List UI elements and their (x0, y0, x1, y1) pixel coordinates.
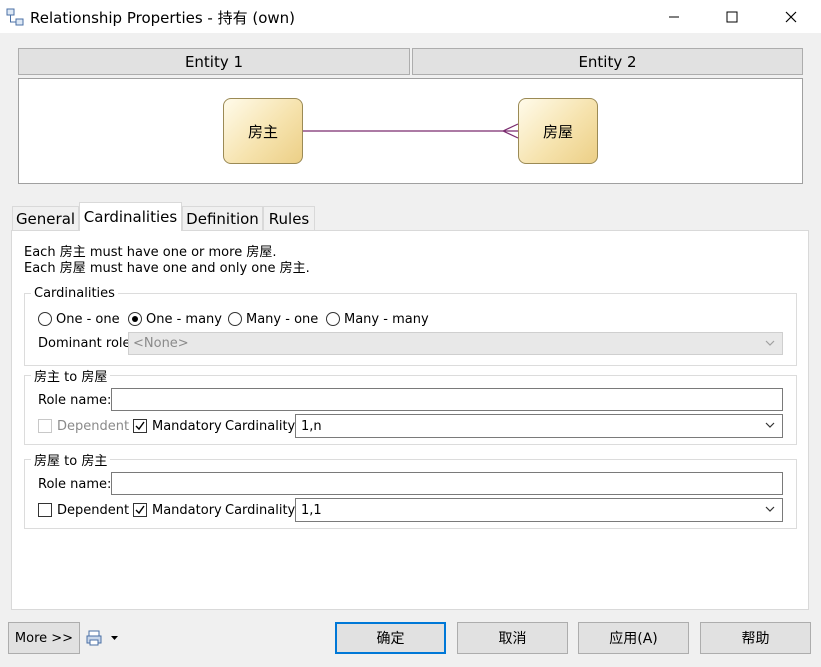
more-button[interactable]: More >> (8, 622, 80, 654)
checkbox-box (38, 503, 52, 517)
radio-label: Many - many (344, 311, 429, 327)
radio-dot (326, 312, 340, 326)
chevron-down-icon (765, 422, 775, 428)
radio-dot (38, 312, 52, 326)
checkmark-icon (135, 505, 145, 515)
tab-general[interactable]: General (12, 206, 79, 230)
radio-label: One - many (146, 311, 222, 327)
window-title: Relationship Properties - 持有 (own) (30, 9, 296, 27)
entity1-button[interactable]: Entity 1 (18, 48, 410, 75)
minimize-icon (669, 16, 679, 17)
role-name-label: Role name: (38, 393, 112, 408)
checkmark-icon (135, 421, 145, 431)
print-menu-button[interactable] (86, 628, 122, 648)
entity-box-house[interactable]: 房屋 (518, 98, 598, 164)
cardinality-label: Cardinality: (225, 419, 299, 434)
radio-one-many[interactable]: One - many (128, 311, 222, 327)
apply-button[interactable]: 应用(A) (578, 622, 689, 654)
radio-many-many[interactable]: Many - many (326, 311, 429, 327)
close-button[interactable] (762, 0, 820, 33)
mandatory-checkbox-house-to-owner[interactable]: Mandatory (133, 502, 222, 518)
radio-one-one[interactable]: One - one (38, 311, 120, 327)
house-to-owner-legend: 房屋 to 房主 (34, 454, 108, 469)
owner-to-house-legend: 房主 to 房屋 (34, 370, 108, 385)
dependent-label: Dependent (57, 502, 130, 518)
relationship-line (303, 123, 519, 139)
minimize-button[interactable] (645, 0, 703, 33)
mandatory-checkbox-owner-to-house[interactable]: Mandatory (133, 418, 222, 434)
mandatory-label: Mandatory (152, 502, 222, 518)
dependent-label: Dependent (57, 418, 130, 434)
checkbox-box (38, 419, 52, 433)
cardinalities-group-legend: Cardinalities (34, 286, 115, 301)
cardinality-value: 1,1 (301, 502, 322, 518)
cardinality-description-line-2: Each 房屋 must have one and only one 房主. (24, 261, 310, 276)
entity2-button[interactable]: Entity 2 (412, 48, 803, 75)
dominant-role-label: Dominant role: (38, 336, 135, 351)
radio-label: Many - one (246, 311, 319, 327)
ok-button[interactable]: 确定 (335, 622, 446, 654)
cardinality-value: 1,n (301, 418, 322, 434)
chevron-down-icon (765, 506, 775, 512)
maximize-button[interactable] (703, 0, 761, 33)
cancel-button[interactable]: 取消 (457, 622, 568, 654)
dependent-checkbox-owner-to-house[interactable]: Dependent (38, 418, 129, 434)
tab-rules[interactable]: Rules (263, 206, 315, 230)
radio-dot (228, 312, 242, 326)
mandatory-label: Mandatory (152, 418, 222, 434)
close-icon (785, 11, 797, 22)
checkbox-box-checked (133, 503, 147, 517)
printer-dropdown-icon (86, 630, 118, 646)
dependent-checkbox-house-to-owner[interactable]: Dependent (38, 502, 129, 518)
tab-definition[interactable]: Definition (182, 206, 263, 230)
cardinality-label: Cardinality: (225, 503, 299, 518)
cardinality-select-house-to-owner[interactable]: 1,1 (295, 498, 783, 522)
checkbox-box-checked (133, 419, 147, 433)
dominant-role-value: <None> (133, 336, 189, 351)
relationship-app-icon (6, 8, 24, 26)
tab-cardinalities[interactable]: Cardinalities (79, 202, 182, 231)
help-button[interactable]: 帮助 (700, 622, 811, 654)
radio-many-one[interactable]: Many - one (228, 311, 318, 327)
radio-label: One - one (56, 311, 120, 327)
chevron-down-icon (765, 340, 775, 346)
radio-dot-selected (128, 312, 142, 326)
role-name-label: Role name: (38, 477, 112, 492)
role-name-input-house-to-owner[interactable] (111, 472, 783, 495)
entity-box-owner[interactable]: 房主 (223, 98, 303, 164)
dominant-role-select[interactable]: <None> (128, 332, 783, 355)
role-name-input-owner-to-house[interactable] (111, 388, 783, 411)
maximize-icon (726, 11, 738, 22)
cardinality-select-owner-to-house[interactable]: 1,n (295, 414, 783, 438)
